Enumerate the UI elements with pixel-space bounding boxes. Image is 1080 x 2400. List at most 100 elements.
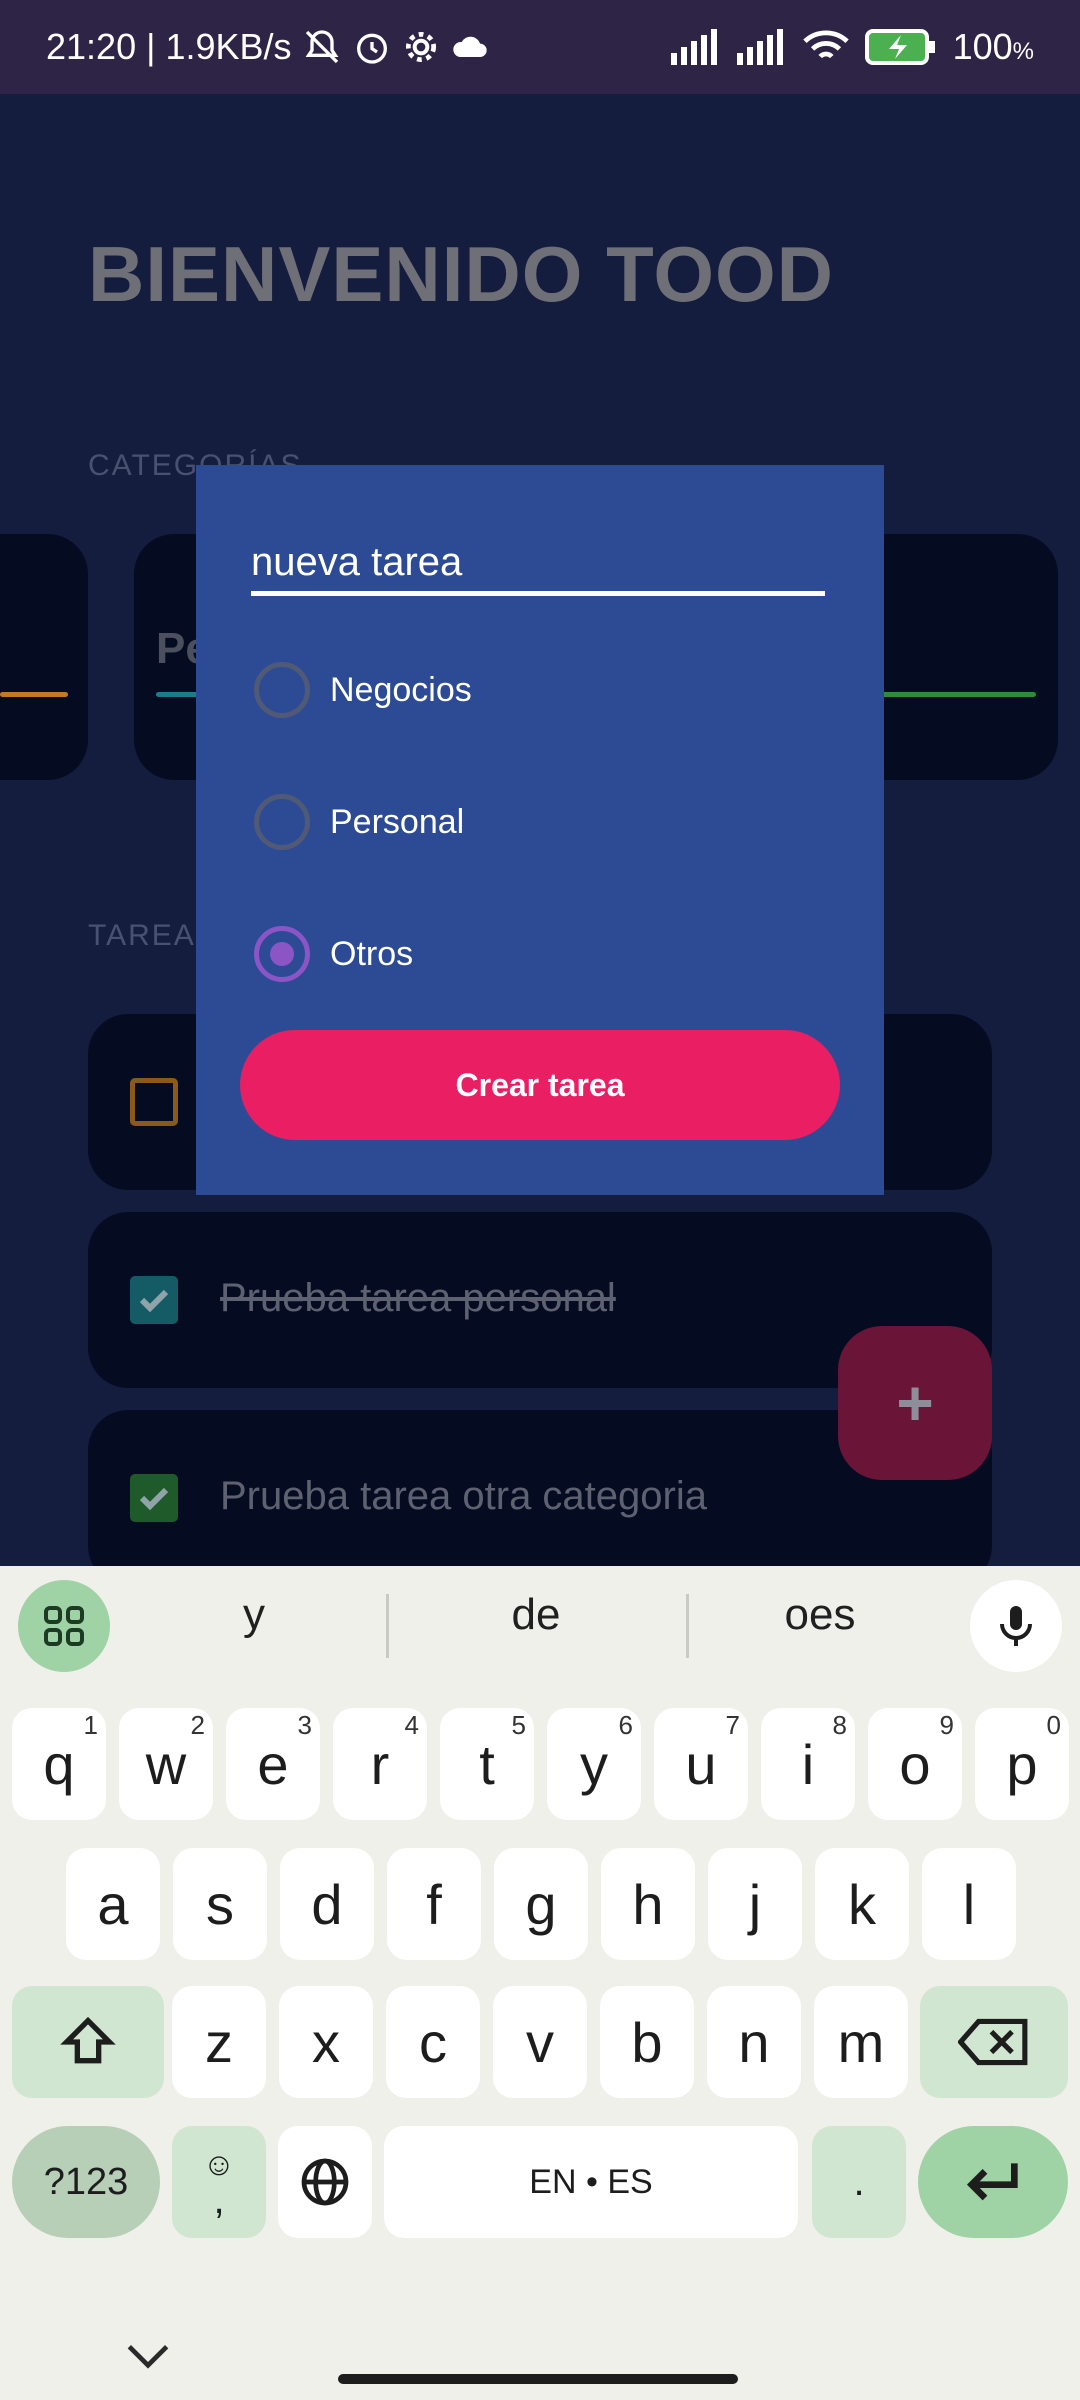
suggestion-2[interactable]: de [396,1590,676,1640]
status-bar: 21:20 | 1.9KB/s 100% [0,0,1080,94]
radio-button-selected[interactable] [254,926,310,982]
language-key[interactable] [278,2126,372,2238]
backspace-icon [958,2018,1028,2066]
wifi-icon [802,30,849,59]
symbols-key[interactable]: ?123 [12,2126,160,2238]
key-letter: t [479,1732,495,1796]
key-t[interactable]: t5 [440,1708,534,1820]
key-number-hint: 6 [618,1710,633,1740]
key-letter: e [257,1732,289,1796]
key-w[interactable]: w2 [119,1708,213,1820]
key-letter: u [685,1732,717,1796]
shift-icon [60,2016,116,2064]
add-task-fab[interactable]: + [838,1326,992,1480]
category-card-1[interactable] [0,534,88,780]
category-option-otros[interactable]: Otros [254,924,413,984]
key-k[interactable]: k [815,1848,909,1960]
page-title: BIENVENIDO TOOD [88,230,834,318]
voice-input-button[interactable] [970,1580,1062,1672]
network-speed: | 1.9KB/s [146,26,292,67]
new-task-dialog: Negocios Personal Otros Crear tarea [196,465,884,1195]
radio-label: Negocios [330,670,472,709]
collapse-keyboard-icon[interactable] [120,2336,176,2376]
shift-key[interactable] [12,1986,164,2098]
battery-percent: 100% [952,26,1034,67]
task-label: Prueba tarea otra categoria [220,1474,707,1518]
alarm-icon [356,33,387,64]
keyboard-apps-button[interactable] [18,1580,110,1672]
radio-label: Personal [330,802,465,841]
emoji-icon: ☺ [202,2146,236,2182]
suggestion-bar: y de oes [0,1566,1080,1690]
key-l[interactable]: l [922,1848,1016,1960]
backspace-key[interactable] [920,1986,1068,2098]
task-checkbox[interactable] [130,1078,178,1126]
key-letter: w [145,1732,187,1796]
enter-key[interactable] [918,2126,1068,2238]
key-number-hint: 1 [83,1710,98,1740]
task-name-input[interactable] [251,540,825,596]
key-f[interactable]: f [387,1848,481,1960]
key-y[interactable]: y6 [547,1708,641,1820]
radio-button[interactable] [254,794,310,850]
microphone-icon [1000,1606,1032,1646]
space-bar[interactable]: EN • ES [384,2126,798,2238]
checkmark-icon [139,1289,169,1313]
key-q[interactable]: q1 [12,1708,106,1820]
emoji-comma-key[interactable]: ☺ , [172,2126,266,2238]
key-letter: y [580,1732,608,1796]
key-number-hint: 2 [190,1710,205,1740]
key-c[interactable]: c [386,1986,480,2098]
home-indicator[interactable] [338,2374,738,2384]
key-g[interactable]: g [494,1848,588,1960]
key-number-hint: 3 [297,1710,312,1740]
key-number-hint: 7 [725,1710,740,1740]
cloud-icon [452,36,487,57]
task-checkbox[interactable] [130,1474,178,1522]
period-key[interactable]: . [812,2126,906,2238]
key-o[interactable]: o9 [868,1708,962,1820]
key-m[interactable]: m [814,1986,908,2098]
key-n[interactable]: n [707,1986,801,2098]
key-number-hint: 5 [511,1710,526,1740]
key-number-hint: 9 [939,1710,954,1740]
suggestion-3[interactable]: oes [680,1590,960,1640]
key-letter: q [43,1732,75,1796]
suggestion-divider [386,1594,389,1658]
key-r[interactable]: r4 [333,1708,427,1820]
category-option-personal[interactable]: Personal [254,792,464,852]
key-b[interactable]: b [600,1986,694,2098]
battery-charging-icon [864,29,935,65]
clock: 21:20 [46,26,137,67]
key-number-hint: 8 [832,1710,847,1740]
key-j[interactable]: j [708,1848,802,1960]
key-v[interactable]: v [493,1986,587,2098]
soft-keyboard: y de oes q1w2e3r4t5y6u7i8o9p0 asdfghjkl … [0,1566,1080,2400]
globe-icon [301,2158,349,2206]
key-letter: r [370,1732,390,1796]
key-a[interactable]: a [66,1848,160,1960]
key-d[interactable]: d [280,1848,374,1960]
task-checkbox[interactable] [130,1276,178,1324]
key-i[interactable]: i8 [761,1708,855,1820]
grid-icon [44,1606,84,1646]
category-option-negocios[interactable]: Negocios [254,660,472,720]
key-letter: i [801,1732,815,1796]
key-e[interactable]: e3 [226,1708,320,1820]
key-x[interactable]: x [279,1986,373,2098]
key-letter: o [899,1732,931,1796]
comma-label: , [213,2178,225,2222]
key-s[interactable]: s [173,1848,267,1960]
key-u[interactable]: u7 [654,1708,748,1820]
suggestion-1[interactable]: y [114,1590,394,1640]
category-progress-bar [0,692,68,697]
mute-bell-icon [305,30,338,64]
radio-label: Otros [330,934,414,973]
create-task-button[interactable]: Crear tarea [240,1030,840,1140]
key-h[interactable]: h [601,1848,695,1960]
key-z[interactable]: z [172,1986,266,2098]
key-p[interactable]: p0 [975,1708,1069,1820]
key-number-hint: 0 [1046,1710,1061,1740]
signal-icon [670,29,717,65]
radio-button[interactable] [254,662,310,718]
